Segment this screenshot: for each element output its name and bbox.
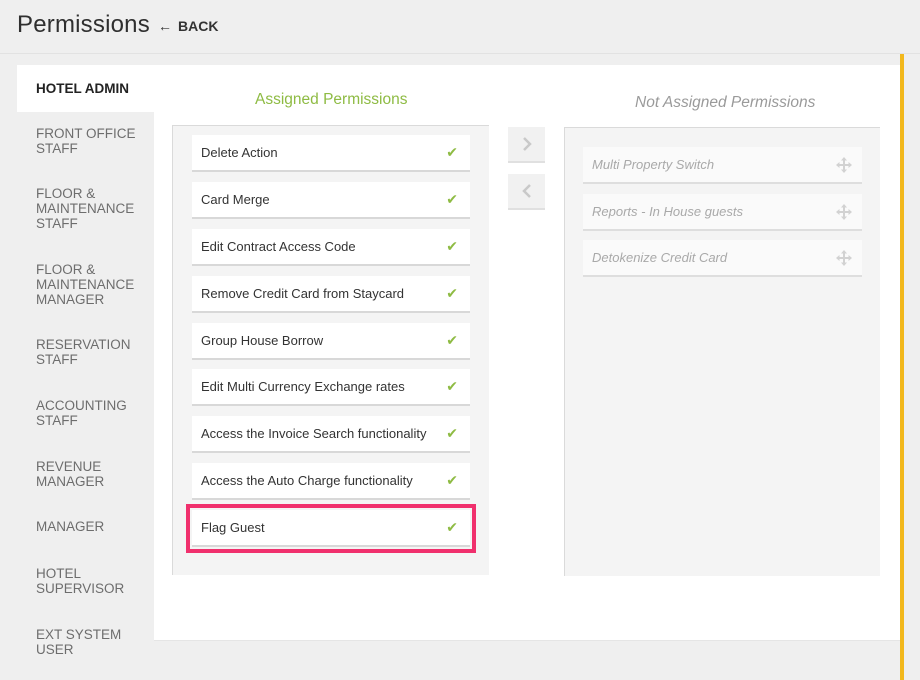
sidebar-item-label: FLOOR & MAINTENANCE MANAGER — [36, 262, 135, 307]
sidebar-item-label: REVENUE MANAGER — [36, 459, 105, 489]
checkmark-icon: ✔ — [446, 285, 458, 301]
sidebar-item-floor-maintenance-staff[interactable]: FLOOR & MAINTENANCE STAFF — [17, 186, 137, 231]
permission-label: Multi Property Switch — [592, 157, 715, 172]
sidebar-item-label: EXT SYSTEM USER — [36, 627, 122, 657]
accent-bar — [900, 54, 904, 680]
sidebar-item-manager[interactable]: MANAGER — [17, 519, 154, 534]
checkmark-icon: ✔ — [446, 519, 458, 535]
checkmark-icon: ✔ — [446, 191, 458, 207]
assigned-permission-item[interactable]: Access the Auto Charge functionality ✔ — [192, 463, 470, 500]
permission-label: Access the Auto Charge functionality — [201, 473, 413, 488]
assigned-permission-item[interactable]: Edit Multi Currency Exchange rates ✔ — [192, 369, 470, 406]
sidebar-item-label: FLOOR & MAINTENANCE STAFF — [36, 186, 135, 231]
move-right-button[interactable] — [508, 127, 545, 163]
sidebar-item-hotel-supervisor[interactable]: HOTEL SUPERVISOR — [17, 566, 127, 596]
sidebar-item-label: RESERVATION STAFF — [36, 337, 131, 367]
checkmark-icon: ✔ — [446, 378, 458, 394]
sidebar-item-revenue-manager[interactable]: REVENUE MANAGER — [17, 459, 127, 489]
chevron-left-icon — [521, 184, 531, 198]
move-icon — [836, 203, 852, 220]
sidebar-item-label: HOTEL SUPERVISOR — [36, 566, 125, 596]
permission-label: Delete Action — [201, 145, 278, 160]
assigned-permission-item[interactable]: Group House Borrow ✔ — [192, 323, 470, 360]
assigned-permission-item[interactable]: Access the Invoice Search functionality … — [192, 416, 470, 453]
sidebar-item-label: MANAGER — [36, 519, 105, 534]
not-assigned-permission-item[interactable]: Detokenize Credit Card — [583, 240, 862, 277]
back-arrow-icon: ← — [158, 18, 172, 34]
assigned-permissions-title: Assigned Permissions — [255, 91, 408, 108]
move-icon — [836, 249, 852, 266]
permission-label: Access the Invoice Search functionality — [201, 426, 427, 441]
checkmark-icon: ✔ — [446, 332, 458, 348]
page-title: Permissions — [17, 11, 150, 38]
move-left-button[interactable] — [508, 174, 545, 210]
sidebar-item-label: FRONT OFFICE STAFF — [36, 126, 136, 156]
permission-label: Edit Contract Access Code — [201, 239, 356, 254]
assigned-permissions-list[interactable]: Delete Action ✔ Card Merge ✔ Edit Contra… — [172, 125, 489, 575]
permission-label: Edit Multi Currency Exchange rates — [201, 379, 405, 394]
permission-label: Remove Credit Card from Staycard — [201, 286, 405, 301]
checkmark-icon: ✔ — [446, 425, 458, 441]
checkmark-icon: ✔ — [446, 472, 458, 488]
assigned-permission-item[interactable]: Remove Credit Card from Staycard ✔ — [192, 276, 470, 313]
permission-label: Flag Guest — [201, 520, 265, 535]
chevron-right-icon — [522, 137, 532, 151]
sidebar-item-floor-maintenance-manager[interactable]: FLOOR & MAINTENANCE MANAGER — [17, 262, 137, 307]
permission-label: Reports - In House guests — [592, 204, 744, 219]
not-assigned-permission-item[interactable]: Reports - In House guests — [583, 194, 862, 231]
back-button[interactable]: ← BACK — [158, 18, 218, 34]
sidebar-item-label: ACCOUNTING STAFF — [36, 398, 127, 428]
sidebar-item-accounting-staff[interactable]: ACCOUNTING STAFF — [17, 398, 127, 428]
back-label: BACK — [178, 18, 219, 34]
top-bar: Permissions ← BACK — [0, 0, 920, 54]
assigned-permission-item[interactable]: Card Merge ✔ — [192, 182, 470, 219]
assigned-permission-item-flag-guest[interactable]: Flag Guest ✔ — [186, 504, 476, 553]
not-assigned-permissions-title: Not Assigned Permissions — [635, 94, 816, 111]
sidebar-item-reservation-staff[interactable]: RESERVATION STAFF — [17, 337, 137, 367]
checkmark-icon: ✔ — [446, 144, 458, 160]
permission-label: Card Merge — [201, 192, 270, 207]
not-assigned-permission-item[interactable]: Multi Property Switch — [583, 147, 862, 184]
sidebar-item-label: HOTEL ADMIN — [36, 81, 129, 96]
permission-label: Detokenize Credit Card — [592, 250, 728, 265]
sidebar-item-ext-system-user[interactable]: EXT SYSTEM USER — [17, 627, 127, 657]
assigned-permission-item[interactable]: Delete Action ✔ — [192, 135, 470, 172]
checkmark-icon: ✔ — [446, 238, 458, 254]
not-assigned-permissions-list[interactable]: Multi Property Switch Reports - In House… — [564, 127, 880, 576]
assigned-permission-item[interactable]: Edit Contract Access Code ✔ — [192, 229, 470, 266]
sidebar-item-front-office-staff[interactable]: FRONT OFFICE STAFF — [17, 126, 137, 156]
move-icon — [836, 156, 852, 173]
sidebar-item-hotel-admin[interactable]: HOTEL ADMIN — [17, 65, 154, 112]
permission-label: Group House Borrow — [201, 333, 324, 348]
